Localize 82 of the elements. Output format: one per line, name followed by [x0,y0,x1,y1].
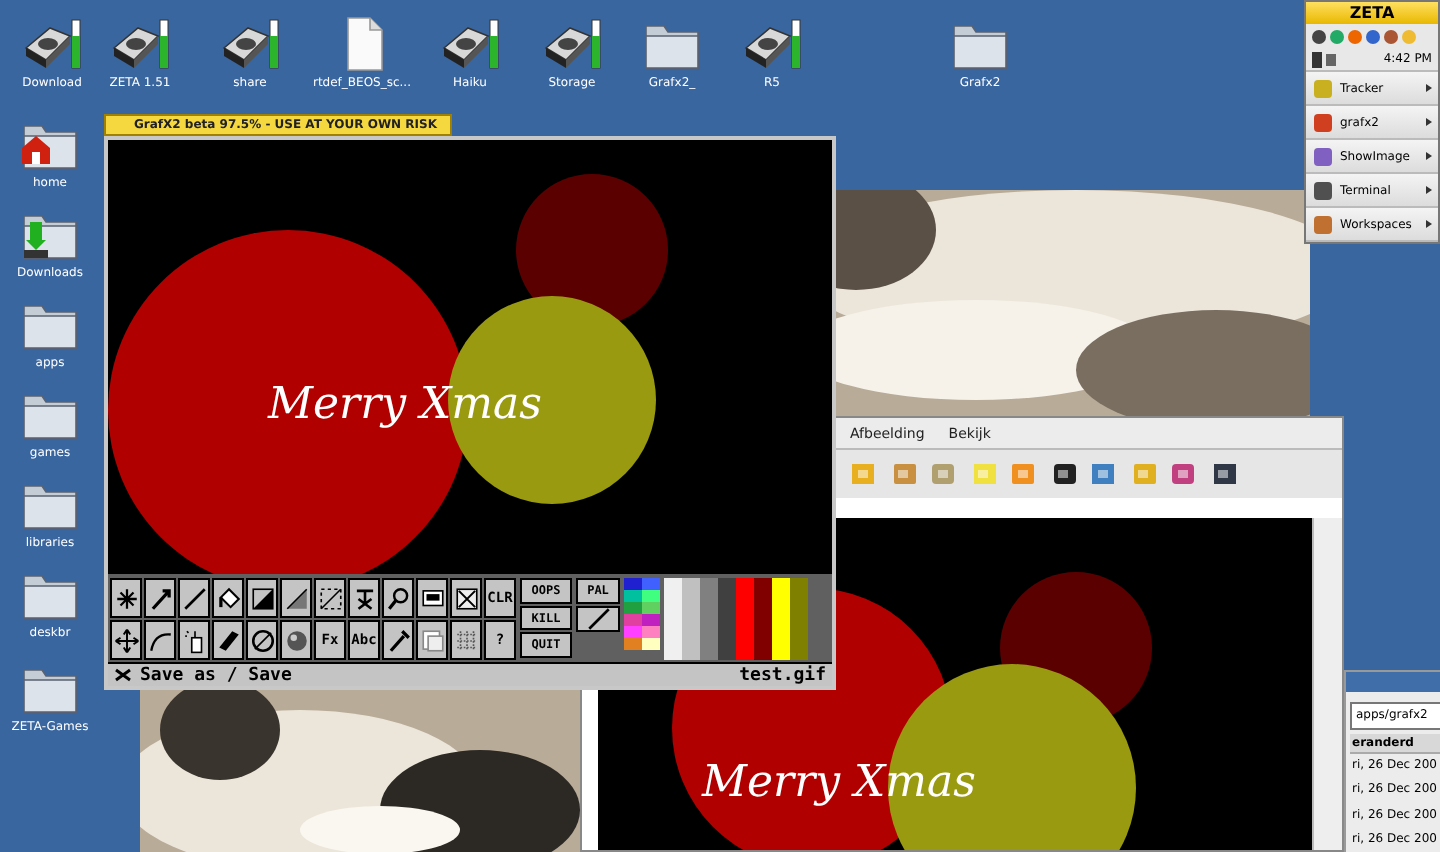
spray-icon [181,627,207,653]
color-swatch[interactable] [736,578,754,660]
image-icon [453,585,479,611]
move-icon [113,627,139,653]
tool-button[interactable] [576,606,620,632]
tool-button[interactable] [246,578,278,618]
drive-icon [22,16,82,72]
page-icon [419,627,445,653]
color-swatch[interactable] [772,578,790,660]
app-icon [1312,213,1334,235]
color-swatch[interactable] [682,578,700,660]
tool-button[interactable] [110,578,142,618]
sparkle-icon [113,585,139,611]
submenu-arrow-icon [1426,118,1432,126]
app-icon [1312,179,1334,201]
color-swatch[interactable] [624,578,642,590]
tool-button[interactable] [314,578,346,618]
color-swatch[interactable] [642,626,660,638]
tool-button[interactable] [450,620,482,660]
file-name: test.gif [739,665,826,685]
tool-button[interactable] [178,620,210,660]
tool-button[interactable] [382,578,414,618]
color-swatch[interactable] [624,602,642,614]
drive-icon [220,16,280,72]
curve-icon [147,627,173,653]
gradient-icon [249,585,275,611]
tool-button[interactable] [144,620,176,660]
tool-button[interactable] [178,578,210,618]
tray-icon[interactable] [1312,51,1336,67]
color-swatch[interactable] [700,578,718,660]
toolbar-icon[interactable] [1210,460,1238,488]
tool-button[interactable] [280,620,312,660]
color-swatch[interactable] [642,614,660,626]
color-swatch[interactable] [642,590,660,602]
submenu-arrow-icon [1426,152,1432,160]
grid-icon [453,627,479,653]
tool-button[interactable] [416,578,448,618]
sphere-icon [283,627,309,653]
tool-button[interactable] [416,620,448,660]
drive-icon [542,16,602,72]
color-swatch[interactable] [624,614,642,626]
submenu-arrow-icon [1426,220,1432,228]
app-icon [1312,145,1334,167]
status-text: Save as / Save [140,665,292,685]
color-swatch[interactable] [624,626,642,638]
tool-button[interactable] [382,620,414,660]
drive-icon [440,16,500,72]
color-swatch[interactable] [642,602,660,614]
shade-icon [283,585,309,611]
ellipse-icon [249,627,275,653]
tool-button[interactable] [212,620,244,660]
color-swatch[interactable] [718,578,736,660]
drive-icon [742,16,802,72]
color-swatch[interactable] [664,578,682,660]
color-swatch[interactable] [624,590,642,602]
tool-button[interactable] [246,620,278,660]
drive-icon [110,16,170,72]
app-icon [1312,77,1334,99]
fill-icon [215,585,241,611]
selection-icon [317,585,343,611]
line-icon [585,606,611,632]
tool-button[interactable] [450,578,482,618]
toolbar-icon[interactable] [1050,460,1078,488]
screen-icon [419,585,445,611]
tool-button[interactable] [110,620,142,660]
tool-button[interactable] [348,578,380,618]
app-icon [1312,111,1334,133]
search-icon [385,585,411,611]
tool-button[interactable] [212,578,244,618]
tool-button[interactable] [144,578,176,618]
color-swatch[interactable] [790,578,808,660]
line-icon [181,585,207,611]
submenu-arrow-icon [1426,186,1432,194]
color-swatch[interactable] [624,638,642,650]
deskbar-title[interactable]: ZETA [1306,2,1438,24]
close-icon[interactable] [114,668,132,682]
submenu-arrow-icon [1426,84,1432,92]
color-swatch[interactable] [642,638,660,650]
color-swatch[interactable] [754,578,772,660]
scrollbar[interactable] [1312,518,1342,850]
color-swatch[interactable] [642,578,660,590]
tool-button[interactable] [280,578,312,618]
